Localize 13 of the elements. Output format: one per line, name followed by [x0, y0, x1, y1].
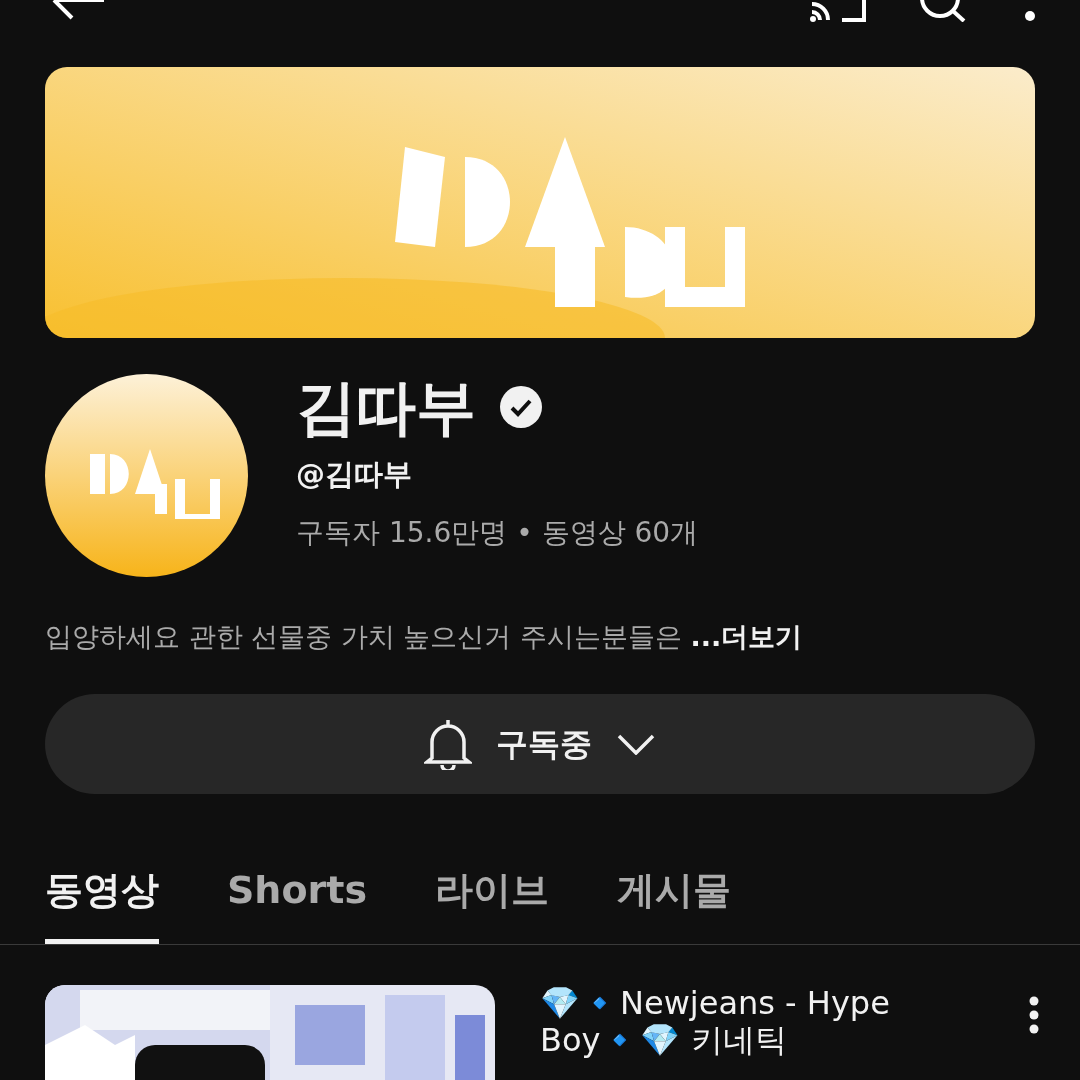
video-title[interactable]: 💎🔹Newjeans - Hype Boy🔹💎 키네틱: [540, 984, 900, 1080]
tab[interactable]: 게시물: [617, 845, 732, 944]
bell-icon: [424, 717, 472, 770]
channel-name: 김따부: [296, 376, 476, 437]
channel-handle: @김따부: [296, 455, 413, 493]
chevron-down-icon: [616, 732, 656, 755]
more-icon[interactable]: [1028, 994, 1040, 1035]
tab[interactable]: 동영상: [45, 845, 159, 944]
channel-description[interactable]: 입양하세요 관한 선물중 가치 높으신거 주시는분들은 ...더보기: [45, 617, 1035, 658]
subscribe-button[interactable]: 구독중: [45, 693, 1035, 794]
tab[interactable]: 라이브: [435, 845, 550, 944]
channel-stats: 구독자 15.6만명 • 동영상 60개: [296, 515, 699, 552]
tab[interactable]: Shorts: [227, 845, 368, 944]
